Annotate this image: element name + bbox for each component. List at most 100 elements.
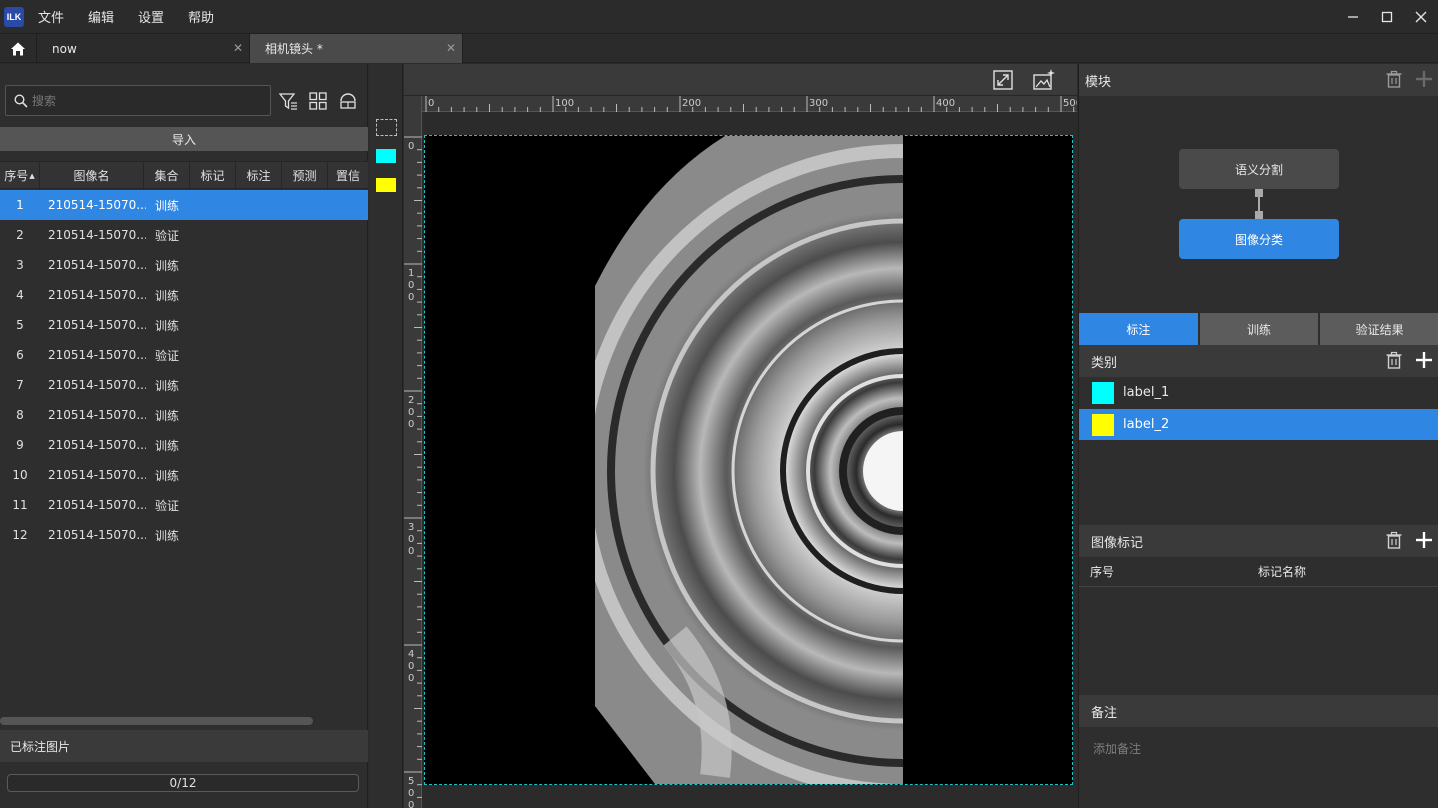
table-row[interactable]: 5 210514-15070... 训练 bbox=[0, 310, 368, 340]
label-item[interactable]: label_2 bbox=[1079, 409, 1438, 440]
horizontal-scrollbar[interactable] bbox=[0, 717, 313, 725]
notes-title: 备注 bbox=[1091, 705, 1118, 721]
close-icon bbox=[1415, 11, 1427, 22]
column-header[interactable]: 标记 bbox=[190, 162, 236, 189]
table-row[interactable]: 4 210514-15070... 训练 bbox=[0, 280, 368, 310]
fit-screen-icon[interactable] bbox=[992, 69, 1014, 91]
tab-validation-results[interactable]: 验证结果 bbox=[1320, 313, 1438, 345]
row-set: 训练 bbox=[155, 198, 180, 213]
minimize-button[interactable] bbox=[1336, 0, 1370, 33]
module-node-semantic-segmentation[interactable]: 语义分割 bbox=[1179, 149, 1339, 189]
tab-now[interactable]: now ✕ bbox=[37, 34, 250, 63]
tab-bar: now ✕ 相机镜头 * ✕ bbox=[0, 33, 1438, 63]
delete-mark-icon[interactable] bbox=[1385, 531, 1403, 549]
table-row[interactable]: 6 210514-15070... 验证 bbox=[0, 340, 368, 370]
image-enhance-icon[interactable] bbox=[1032, 68, 1056, 92]
label-2-swatch-tool[interactable] bbox=[376, 178, 396, 192]
row-image-name: 210514-15070... bbox=[48, 498, 146, 512]
tab-camera-lens[interactable]: 相机镜头 * ✕ bbox=[250, 34, 463, 63]
row-image-name: 210514-15070... bbox=[48, 348, 146, 362]
column-header[interactable]: 序号 ▲ bbox=[0, 162, 40, 189]
table-row[interactable]: 3 210514-15070... 训练 bbox=[0, 250, 368, 280]
row-set: 训练 bbox=[155, 288, 180, 303]
row-index: 6 bbox=[16, 348, 24, 362]
tab-label: now bbox=[52, 41, 77, 56]
split-view-icon[interactable] bbox=[338, 91, 358, 111]
delete-module-icon[interactable] bbox=[1385, 70, 1403, 88]
ruler-label: 200 bbox=[408, 395, 414, 430]
label-1-swatch-tool[interactable] bbox=[376, 149, 396, 163]
minimize-icon bbox=[1348, 15, 1358, 18]
table-row[interactable]: 1 210514-15070... 训练 bbox=[0, 190, 368, 220]
close-window-button[interactable] bbox=[1404, 0, 1438, 33]
ruler-ticks: 0 100 200 300 400 500 bbox=[404, 136, 422, 808]
row-set: 验证 bbox=[155, 348, 180, 363]
label-name: label_2 bbox=[1123, 417, 1170, 432]
row-image-name: 210514-15070... bbox=[48, 228, 146, 242]
search-input[interactable] bbox=[32, 93, 252, 108]
add-category-icon[interactable] bbox=[1415, 351, 1433, 369]
row-image-name: 210514-15070... bbox=[48, 528, 146, 542]
table-row[interactable]: 7 210514-15070... 训练 bbox=[0, 370, 368, 400]
home-tab[interactable] bbox=[0, 34, 37, 63]
row-image-name: 210514-15070... bbox=[48, 408, 146, 422]
grid-view-icon[interactable] bbox=[308, 91, 328, 111]
add-module-icon[interactable] bbox=[1415, 70, 1433, 88]
column-header[interactable]: 置信 bbox=[328, 162, 368, 189]
ruler-ticks: 0 100 200 300 400 500 bbox=[425, 96, 1082, 112]
table-row[interactable]: 2 210514-15070... 验证 bbox=[0, 220, 368, 250]
rect-select-tool[interactable] bbox=[376, 119, 397, 136]
menu-settings[interactable]: 设置 bbox=[138, 7, 164, 26]
module-title: 模块 bbox=[1085, 74, 1112, 90]
connector-port[interactable] bbox=[1255, 189, 1263, 197]
label-color-swatch[interactable] bbox=[1092, 381, 1114, 404]
table-row[interactable]: 12 210514-15070... 训练 bbox=[0, 520, 368, 550]
menu-help[interactable]: 帮助 bbox=[188, 7, 214, 26]
row-set: 训练 bbox=[155, 258, 180, 273]
filter-icon[interactable] bbox=[278, 91, 298, 111]
table-row[interactable]: 10 210514-15070... 训练 bbox=[0, 460, 368, 490]
row-index: 9 bbox=[16, 438, 24, 452]
row-index: 1 bbox=[16, 198, 24, 212]
row-set: 训练 bbox=[155, 438, 180, 453]
row-image-name: 210514-15070... bbox=[48, 378, 146, 392]
vertical-ruler: 0 100 200 300 400 500 bbox=[404, 96, 422, 808]
ruler-label: 0 bbox=[408, 141, 414, 152]
ruler-label: 200 bbox=[682, 98, 701, 109]
menu-file[interactable]: 文件 bbox=[38, 7, 64, 26]
row-index: 2 bbox=[16, 228, 24, 242]
connector-port[interactable] bbox=[1255, 211, 1263, 219]
row-set: 训练 bbox=[155, 318, 180, 333]
notes-input[interactable]: 添加备注 bbox=[1093, 740, 1141, 757]
menu-edit[interactable]: 编辑 bbox=[88, 7, 114, 26]
tab-close-icon[interactable]: ✕ bbox=[233, 41, 243, 55]
notes-header: 备注 bbox=[1079, 695, 1438, 727]
marks-column-index: 序号 bbox=[1090, 565, 1115, 579]
column-header[interactable]: 标注 bbox=[236, 162, 282, 189]
label-color-swatch[interactable] bbox=[1092, 413, 1114, 436]
table-row[interactable]: 11 210514-15070... 验证 bbox=[0, 490, 368, 520]
column-header[interactable]: 图像名 bbox=[40, 162, 144, 189]
properties-panel: 模块 语义分割 图像分类 标注 训练 验证结果 类别 label_1 label… bbox=[1078, 64, 1438, 808]
image-marks-header: 图像标记 bbox=[1079, 525, 1438, 557]
module-node-image-classification[interactable]: 图像分类 bbox=[1179, 219, 1339, 259]
ruler-label: 500 bbox=[408, 776, 414, 808]
maximize-icon bbox=[1381, 11, 1393, 22]
annotation-image[interactable] bbox=[424, 135, 1073, 785]
row-set: 训练 bbox=[155, 468, 180, 483]
import-button[interactable]: 导入 bbox=[0, 127, 368, 151]
column-header[interactable]: 集合 bbox=[144, 162, 190, 189]
label-item[interactable]: label_1 bbox=[1079, 377, 1438, 408]
delete-category-icon[interactable] bbox=[1385, 351, 1403, 369]
ruler-label: 100 bbox=[555, 98, 574, 109]
tab-annotate[interactable]: 标注 bbox=[1079, 313, 1198, 345]
tab-train[interactable]: 训练 bbox=[1199, 313, 1319, 345]
add-mark-icon[interactable] bbox=[1415, 531, 1433, 549]
search-box[interactable] bbox=[5, 85, 271, 116]
horizontal-ruler: 0 100 200 300 400 500 bbox=[422, 96, 1082, 112]
column-header[interactable]: 预测 bbox=[282, 162, 328, 189]
table-row[interactable]: 9 210514-15070... 训练 bbox=[0, 430, 368, 460]
table-row[interactable]: 8 210514-15070... 训练 bbox=[0, 400, 368, 430]
tab-close-icon[interactable]: ✕ bbox=[446, 41, 456, 55]
maximize-button[interactable] bbox=[1370, 0, 1404, 33]
